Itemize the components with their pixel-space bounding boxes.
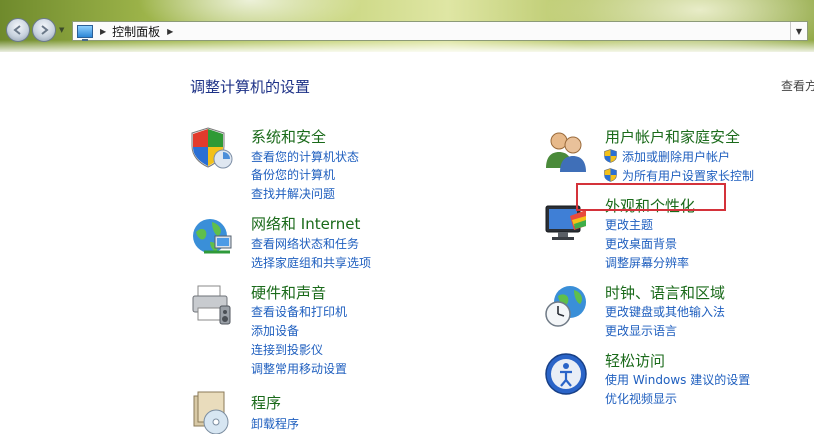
link-change-display-language[interactable]: 更改显示语言 <box>605 322 677 339</box>
link-change-theme[interactable]: 更改主题 <box>605 216 653 233</box>
address-bar[interactable]: ▶ 控制面板 ▶ ▼ <box>72 21 808 41</box>
link-change-keyboard[interactable]: 更改键盘或其他输入法 <box>605 303 725 320</box>
link-add-remove-accounts-label: 添加或删除用户帐户 <box>622 150 731 164</box>
link-uninstall-program[interactable]: 卸载程序 <box>251 415 299 432</box>
link-add-device[interactable]: 添加设备 <box>251 322 299 339</box>
network-globe-icon <box>193 219 232 254</box>
link-recommended-settings[interactable]: 使用 Windows 建议的设置 <box>605 371 750 388</box>
shield-icon <box>191 127 233 169</box>
link-troubleshoot[interactable]: 查找并解决问题 <box>251 185 335 202</box>
arrow-left-icon <box>13 25 21 35</box>
link-devices-printers[interactable]: 查看设备和打印机 <box>251 303 347 320</box>
forward-button[interactable] <box>32 18 56 42</box>
uac-shield-icon <box>604 149 617 163</box>
link-homegroup-sharing[interactable]: 选择家庭组和共享选项 <box>251 254 371 271</box>
link-view-computer-status[interactable]: 查看您的计算机状态 <box>251 148 359 165</box>
back-button[interactable] <box>6 18 30 42</box>
ease-of-access-icon <box>545 353 587 395</box>
link-change-desktop-background[interactable]: 更改桌面背景 <box>605 235 677 252</box>
category-title-programs[interactable]: 程序 <box>251 392 281 413</box>
link-mobility-settings[interactable]: 调整常用移动设置 <box>251 360 347 377</box>
link-add-remove-accounts[interactable]: 添加或删除用户帐户 <box>604 148 730 165</box>
link-optimize-visual-display[interactable]: 优化视频显示 <box>605 390 677 407</box>
printer-icon <box>192 285 231 325</box>
link-adjust-resolution[interactable]: 调整屏幕分辨率 <box>605 254 689 271</box>
category-title-clock-region[interactable]: 时钟、语言和区域 <box>605 282 725 303</box>
uac-shield-icon <box>604 168 617 182</box>
link-network-status[interactable]: 查看网络状态和任务 <box>251 235 359 252</box>
category-title-network[interactable]: 网络和 Internet <box>251 213 360 234</box>
highlight-annotation <box>576 183 726 211</box>
link-backup-computer[interactable]: 备份您的计算机 <box>251 166 335 183</box>
breadcrumb-chevron-icon[interactable]: ▶ <box>100 27 106 36</box>
arrow-right-icon <box>41 25 49 35</box>
page-title: 调整计算机的设置 <box>190 78 311 96</box>
link-parental-controls-label: 为所有用户设置家长控制 <box>622 169 755 183</box>
category-title-user-accounts[interactable]: 用户帐户和家庭安全 <box>605 126 740 147</box>
breadcrumb-chevron-icon[interactable]: ▶ <box>167 27 173 36</box>
category-title-ease-of-access[interactable]: 轻松访问 <box>605 350 665 371</box>
category-title-hardware[interactable]: 硬件和声音 <box>251 282 326 303</box>
link-parental-controls[interactable]: 为所有用户设置家长控制 <box>604 167 754 184</box>
recent-pages-dropdown[interactable]: ▼ <box>59 26 64 34</box>
category-title-system-security[interactable]: 系统和安全 <box>251 126 326 147</box>
view-by-label[interactable]: 查看方 <box>781 77 814 94</box>
clock-globe-icon <box>545 286 586 327</box>
link-connect-projector[interactable]: 连接到投影仪 <box>251 341 323 358</box>
users-icon <box>546 132 586 172</box>
breadcrumb-control-panel[interactable]: 控制面板 <box>112 23 160 40</box>
address-dropdown[interactable]: ▼ <box>790 22 807 40</box>
programs-disc-icon <box>193 391 229 434</box>
control-panel-icon <box>77 24 93 41</box>
chrome-fade <box>0 40 814 54</box>
